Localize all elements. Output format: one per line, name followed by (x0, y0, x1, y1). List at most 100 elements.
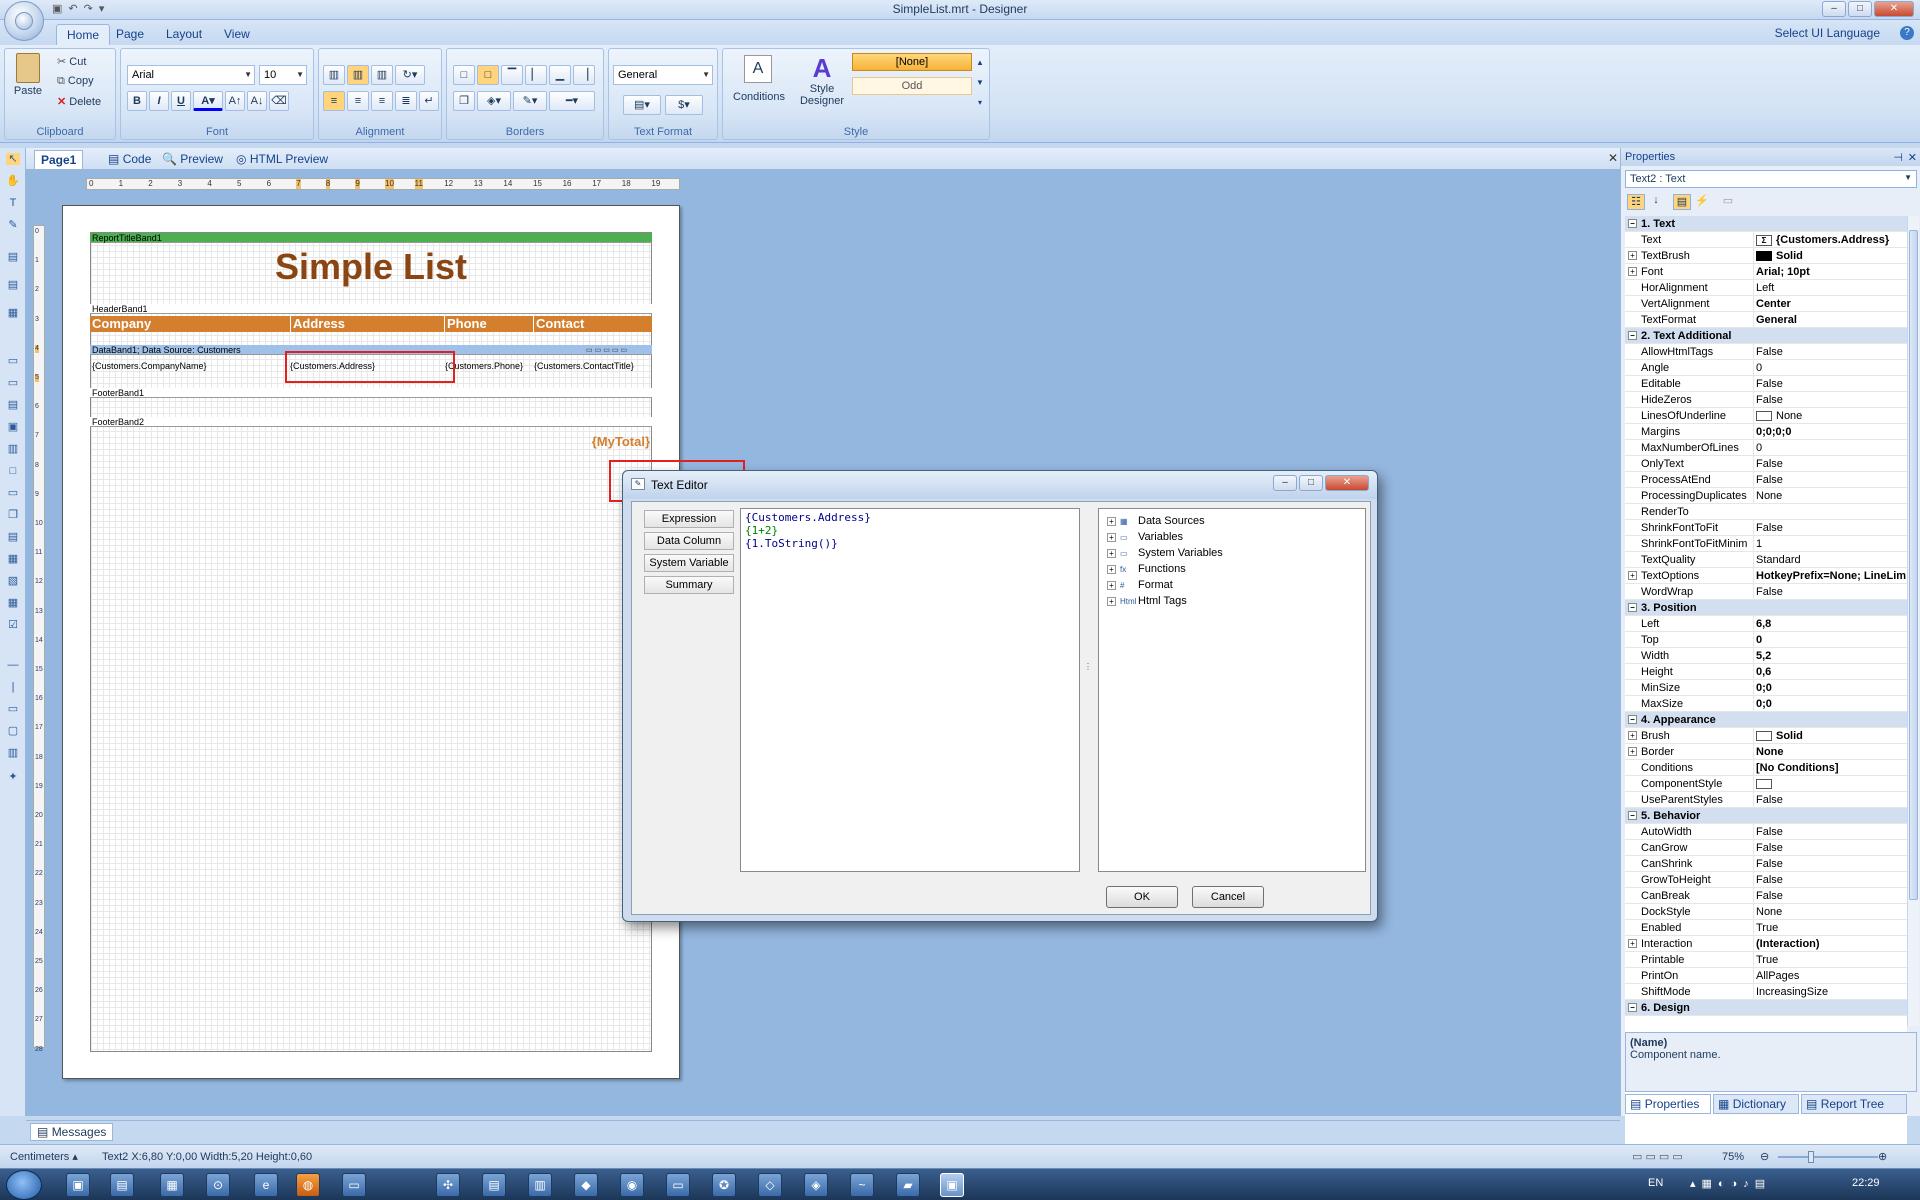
property-row[interactable]: HorAlignment Left (1625, 280, 1907, 296)
property-row[interactable]: MinSize 0;0 (1625, 680, 1907, 696)
border-right-icon[interactable]: ▕ (573, 65, 595, 85)
align-center-icon[interactable]: ≡ (347, 91, 369, 111)
property-row[interactable]: Editable False (1625, 376, 1907, 392)
collapse-icon[interactable]: − (1628, 1003, 1637, 1012)
text-tool-icon[interactable]: T (6, 197, 20, 209)
tab-preview[interactable]: 🔍 Preview (156, 150, 229, 169)
vertical-line-icon[interactable]: | (6, 681, 20, 693)
property-row[interactable]: CanGrow False (1625, 840, 1907, 856)
tree-node[interactable]: + ▭ System Variables (1107, 545, 1223, 561)
expand-icon[interactable]: + (1107, 548, 1116, 558)
property-value[interactable]: [No Conditions] (1753, 760, 1907, 775)
property-value[interactable]: None (1753, 408, 1907, 423)
subreport-icon[interactable]: ▤ (6, 531, 20, 543)
style-gallery-scroll[interactable]: ▲ ▼ ▾ (974, 53, 986, 133)
cancel-button[interactable]: Cancel (1192, 886, 1264, 908)
cut-button[interactable]: ✂ Cut (57, 55, 86, 68)
data-phone[interactable]: {Customers.Phone} (445, 359, 533, 373)
property-row[interactable]: VertAlignment Center (1625, 296, 1907, 312)
format-painter-icon[interactable]: ✎ (6, 219, 20, 231)
units-selector[interactable]: Centimeters ▴ (10, 1145, 78, 1169)
tab-dictionary[interactable]: ▦ Dictionary (1713, 1094, 1799, 1114)
taskbar-ie-icon[interactable]: e (254, 1173, 278, 1197)
tab-properties[interactable]: ▤ Properties (1625, 1094, 1711, 1114)
expand-icon[interactable]: + (1107, 532, 1116, 542)
pointer-tool-icon[interactable]: ↖ (6, 153, 20, 165)
style-designer-button[interactable]: A Style Designer (795, 53, 849, 107)
hand-tool-icon[interactable]: ✋ (6, 175, 20, 187)
shape-icon[interactable]: □ (6, 465, 20, 477)
data-band-buttons[interactable]: ▭▭▭▭▭ (586, 346, 650, 355)
bold-button[interactable]: B (127, 91, 147, 111)
taskbar-app-icon[interactable]: ▤ (482, 1173, 506, 1197)
property-value[interactable]: False (1753, 840, 1907, 855)
property-row[interactable]: ProcessAtEnd False (1625, 472, 1907, 488)
tree-node[interactable]: + ▦ Data Sources (1107, 513, 1205, 529)
collapse-icon[interactable]: − (1628, 331, 1637, 340)
expression-editor[interactable]: {Customers.Address} {1+2} {1.ToString()} (740, 508, 1080, 872)
collapse-icon[interactable]: − (1628, 715, 1637, 724)
property-category[interactable]: −4. Appearance (1625, 712, 1907, 728)
taskbar-app-icon[interactable]: ▰ (896, 1173, 920, 1197)
border-left-icon[interactable]: ▏ (525, 65, 547, 85)
clear-format-icon[interactable]: ⌫ (269, 91, 289, 111)
expand-icon[interactable]: + (1107, 564, 1116, 574)
rich-text-icon[interactable]: ▤ (6, 399, 20, 411)
property-row[interactable]: AllowHtmlTags False (1625, 344, 1907, 360)
taskbar-app-icon[interactable]: ✣ (436, 1173, 460, 1197)
align-middle-icon[interactable]: ▥ (347, 65, 369, 85)
cross-tab-icon[interactable]: ▦ (6, 597, 20, 609)
property-row[interactable]: + Interaction (Interaction) (1625, 936, 1907, 952)
copy-button[interactable]: ⧉ Copy (57, 75, 94, 88)
header-contact[interactable]: Contact (533, 316, 651, 332)
expand-icon[interactable]: + (1107, 596, 1116, 606)
data-company-name[interactable]: {Customers.CompanyName} (92, 359, 288, 373)
format-currency-icon[interactable]: $▾ (665, 95, 703, 115)
property-row[interactable]: ShrinkFontToFitMinimu 1 (1625, 536, 1907, 552)
property-row[interactable]: MaxSize 0;0 (1625, 696, 1907, 712)
font-size-select[interactable]: 10 ▼ (259, 65, 307, 85)
dialog-maximize-button[interactable]: □ (1299, 475, 1323, 491)
border-all-icon[interactable]: □ (453, 65, 475, 85)
property-value[interactable]: HotkeyPrefix=None; LineLim (1753, 568, 1907, 583)
report-title-band[interactable]: ReportTitleBand1 (90, 233, 652, 243)
alphabetical-icon[interactable]: ↓ (1647, 194, 1665, 210)
my-total[interactable]: {MyTotal} (560, 434, 650, 449)
property-category[interactable]: −1. Text (1625, 216, 1907, 232)
grow-font-icon[interactable]: A↑ (225, 91, 245, 111)
property-category[interactable]: −3. Position (1625, 600, 1907, 616)
property-value[interactable]: Left (1753, 280, 1907, 295)
property-row[interactable]: MaxNumberOfLines 0 (1625, 440, 1907, 456)
property-value[interactable]: False (1753, 520, 1907, 535)
border-none-icon[interactable]: □ (477, 65, 499, 85)
table-icon[interactable]: ▦ (6, 553, 20, 565)
property-row[interactable]: UseParentStyles False (1625, 792, 1907, 808)
property-row[interactable]: Angle 0 (1625, 360, 1907, 376)
property-value[interactable]: False (1753, 456, 1907, 471)
conditions-button[interactable]: A Conditions (733, 55, 785, 103)
property-value[interactable]: 6,8 (1753, 616, 1907, 631)
zoom-slider[interactable] (1778, 1156, 1878, 1158)
collapse-icon[interactable]: − (1628, 811, 1637, 820)
panel-icon[interactable]: ▭ (6, 487, 20, 499)
property-row[interactable]: + Font Arial; 10pt (1625, 264, 1907, 280)
property-value[interactable]: False (1753, 888, 1907, 903)
tab-page1[interactable]: Page1 (34, 150, 84, 169)
property-category[interactable]: −6. Design (1625, 1000, 1907, 1016)
tray-icons[interactable]: ▴▦◐◑♪▤ (1690, 1177, 1771, 1190)
checkbox-icon[interactable]: ☑ (6, 619, 20, 631)
splitter-handle[interactable]: ⋮ (1084, 662, 1092, 702)
property-row[interactable]: TextFormat General (1625, 312, 1907, 328)
expand-icon[interactable]: + (1107, 516, 1116, 526)
fill-color-icon[interactable]: ◈▾ (477, 91, 511, 111)
paste-button[interactable]: Paste (13, 53, 43, 97)
taskbar-app-icon[interactable]: ▦ (160, 1173, 184, 1197)
barcode-icon[interactable]: ▥ (6, 443, 20, 455)
property-value[interactable]: False (1753, 376, 1907, 391)
property-row[interactable]: RenderTo (1625, 504, 1907, 520)
maximize-button[interactable]: □ (1848, 1, 1872, 17)
border-color-icon[interactable]: ✎▾ (513, 91, 547, 111)
taskbar-app-icon[interactable]: ▣ (66, 1173, 90, 1197)
property-value[interactable]: True (1753, 952, 1907, 967)
header-band[interactable]: HeaderBand1 (90, 304, 652, 314)
